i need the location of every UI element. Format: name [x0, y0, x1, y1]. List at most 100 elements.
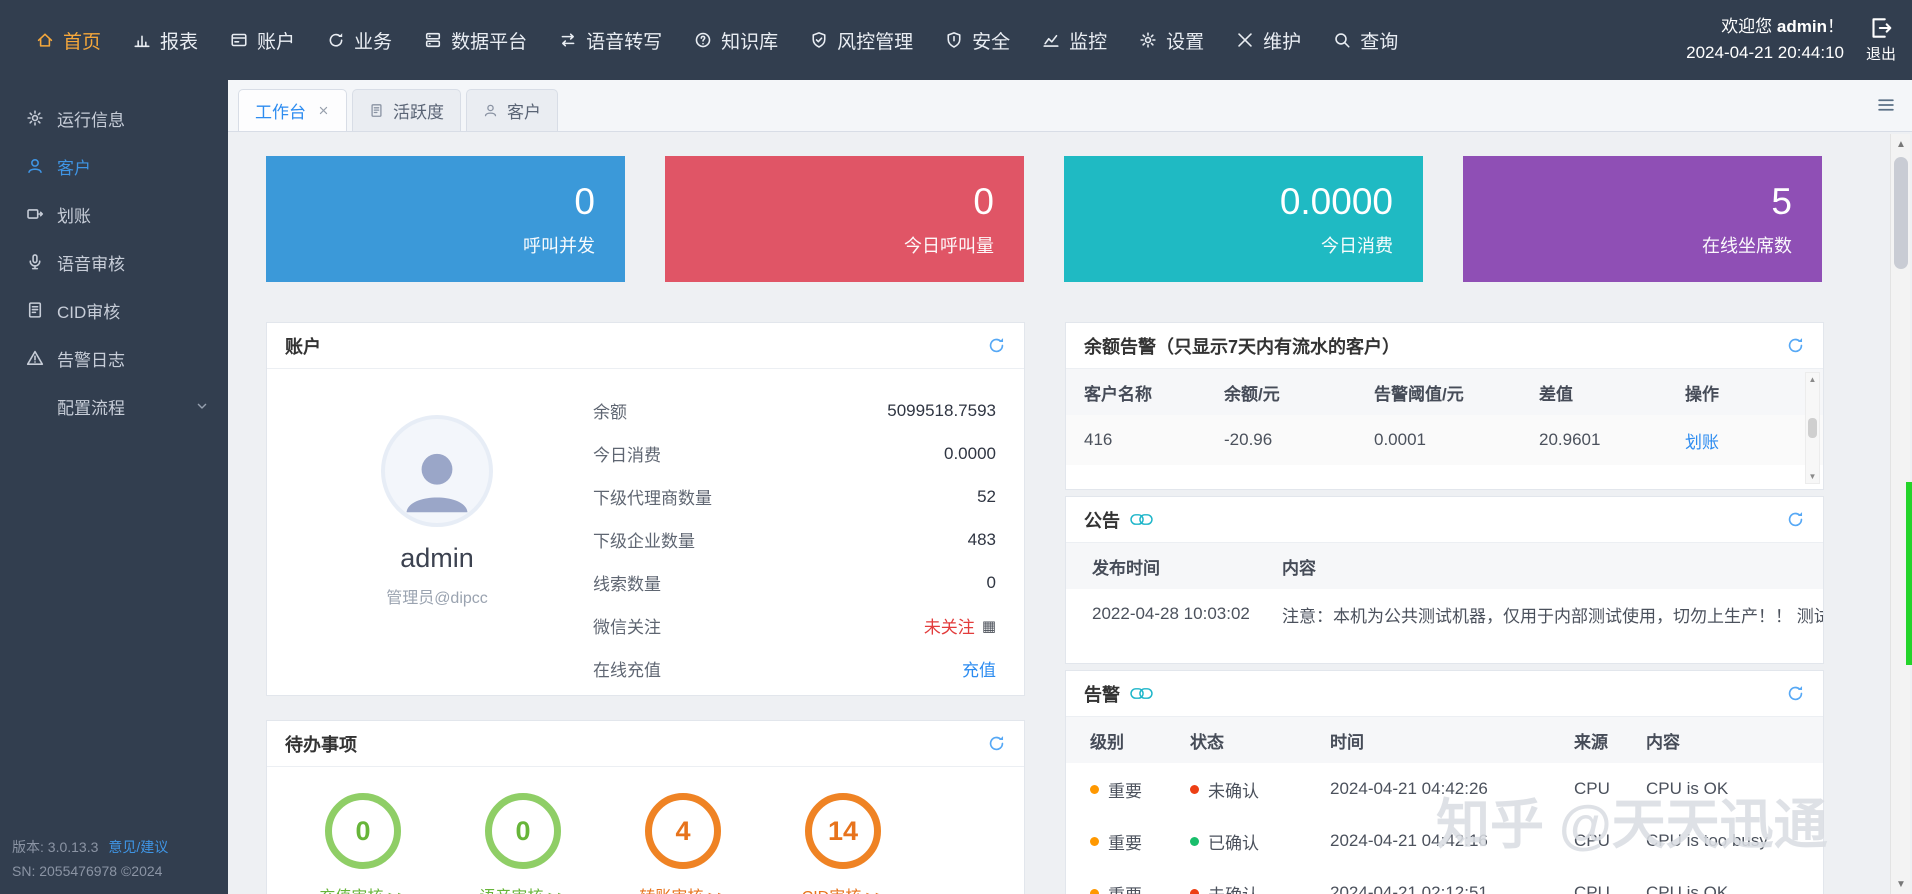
scroll-up-arrow[interactable]: ▲	[1809, 375, 1817, 384]
transfer-action-link[interactable]: 划账	[1685, 433, 1719, 452]
balance-value: 5099518.7593	[887, 401, 996, 421]
table-row: 重要 未确认 2024-04-21 04:42:26 CPU CPU is OK	[1066, 763, 1823, 815]
scroll-up-arrow[interactable]: ▲	[1891, 134, 1911, 154]
refresh-icon[interactable]	[987, 734, 1006, 753]
person-icon	[483, 103, 498, 118]
sidebar-item-alarm-log[interactable]: 告警日志	[0, 334, 228, 382]
nav-item-maintenance[interactable]: 维护	[1220, 0, 1317, 80]
nav-item-reports[interactable]: 报表	[117, 0, 214, 80]
todo-count-ring: 0	[325, 793, 401, 869]
tab-activity[interactable]: 活跃度	[352, 89, 461, 131]
refresh-icon[interactable]	[1786, 684, 1805, 703]
todo-count-ring: 14	[805, 793, 881, 869]
scroll-down-arrow[interactable]: ▼	[1891, 874, 1911, 894]
account-row-recharge: 在线充值 充值	[593, 647, 996, 690]
search-icon	[1333, 31, 1351, 49]
scroll-down-arrow[interactable]: ▼	[1809, 472, 1817, 481]
nav-item-business[interactable]: 业务	[311, 0, 408, 80]
nav-item-accounts[interactable]: 账户	[214, 0, 311, 80]
todo-link[interactable]: 转账审核 >>	[639, 883, 726, 894]
current-datetime: 2024-04-21 20:44:10	[1686, 40, 1844, 66]
sidebar-item-voice-review[interactable]: 语音审核	[0, 238, 228, 286]
todo-item-voice-review: 0 语音审核 >>	[475, 793, 571, 894]
home-icon	[36, 31, 54, 49]
tab-label: 客户	[507, 98, 541, 123]
tab-list-icon[interactable]	[1876, 95, 1896, 115]
scroll-thumb[interactable]	[1894, 157, 1908, 269]
account-username: admin	[400, 543, 474, 574]
business-cycle-icon	[327, 31, 345, 49]
account-profile: admin 管理员@dipcc	[281, 387, 593, 690]
customer-name: 416	[1066, 430, 1224, 450]
alarm-level: 重要	[1108, 829, 1142, 854]
close-icon[interactable]	[317, 104, 330, 117]
sidebar-item-run-info[interactable]: 运行信息	[0, 94, 228, 142]
refresh-icon[interactable]	[1786, 510, 1805, 529]
balance-alarm-panel: 余额告警（只显示7天内有流水的客户） 客户名称 余额/元 告警阈值/元 差值 操…	[1065, 322, 1824, 490]
alarm-level: 重要	[1108, 777, 1142, 802]
refresh-icon[interactable]	[1786, 336, 1805, 355]
alarm-content: CPU is too busy	[1646, 831, 1823, 851]
link-chain-icon[interactable]	[1130, 687, 1153, 700]
alarm-time: 2024-04-21 02:12:51	[1330, 883, 1574, 894]
cid-review-doc-icon	[26, 301, 44, 319]
tab-label: 活跃度	[393, 98, 444, 123]
nav-item-risk-control[interactable]: 风控管理	[794, 0, 929, 80]
alarm-source: CPU	[1574, 779, 1646, 799]
recharge-link[interactable]: 充值	[962, 656, 996, 681]
alarm-source: CPU	[1574, 831, 1646, 851]
difference: 20.9601	[1539, 430, 1685, 450]
alarm-source: CPU	[1574, 883, 1646, 894]
nav-item-knowledge-base[interactable]: 知识库	[678, 0, 794, 80]
sidebar-item-customers[interactable]: 客户	[0, 142, 228, 190]
table-row: 2022-04-28 10:03:02 注意：本机为公共测试机器，仅用于内部测试…	[1066, 589, 1823, 639]
feedback-link[interactable]: 意见/建议	[108, 839, 168, 855]
voice-review-mic-icon	[26, 253, 44, 271]
todo-count-ring: 4	[645, 793, 721, 869]
alarm-status: 未确认	[1208, 881, 1259, 894]
panel-title: 余额告警（只显示7天内有流水的客户）	[1084, 333, 1400, 359]
tab-customers[interactable]: 客户	[466, 89, 558, 131]
dashboard-content: 0 呼叫并发 0 今日呼叫量 0.0000 今日消费 5 在线坐席数	[228, 132, 1912, 894]
stat-cards-row: 0 呼叫并发 0 今日呼叫量 0.0000 今日消费 5 在线坐席数	[266, 156, 1912, 282]
sidebar-item-label: 划账	[57, 202, 91, 227]
sidebar-item-transfer[interactable]: 划账	[0, 190, 228, 238]
nav-item-settings[interactable]: 设置	[1123, 0, 1220, 80]
sidebar-item-config-flow[interactable]: 配置流程	[0, 382, 228, 430]
todo-link[interactable]: 充值审核 >>	[319, 883, 406, 894]
todo-link[interactable]: 语音审核 >>	[479, 883, 566, 894]
sidebar-item-cid-review[interactable]: CID审核	[0, 286, 228, 334]
stat-label: 今日消费	[1321, 232, 1393, 258]
welcome-text: 欢迎您 admin！	[1686, 14, 1844, 40]
link-chain-icon[interactable]	[1130, 513, 1153, 526]
nav-item-security[interactable]: 安全	[929, 0, 1026, 80]
nav-item-voice-transcribe[interactable]: 语音转写	[543, 0, 678, 80]
wechat-status: 未关注	[924, 613, 975, 638]
scroll-thumb[interactable]	[1808, 418, 1817, 438]
stat-value: 0	[973, 181, 994, 223]
table-row: 416 -20.96 0.0001 20.9601 划账	[1066, 415, 1823, 465]
transfer-icon	[26, 205, 44, 223]
navbar-right: 欢迎您 admin！ 2024-04-21 20:44:10 退出	[1686, 14, 1896, 67]
panel-title: 公告	[1084, 507, 1120, 533]
alarm-content: CPU is OK	[1646, 883, 1823, 894]
nav-item-query[interactable]: 查询	[1317, 0, 1414, 80]
sidebar-item-label: 语音审核	[57, 250, 125, 275]
nav-item-home[interactable]: 首页	[20, 0, 117, 80]
data-platform-icon	[424, 31, 442, 49]
logout-button[interactable]: 退出	[1866, 16, 1896, 64]
stat-label: 今日呼叫量	[904, 232, 994, 258]
nav-item-monitor[interactable]: 监控	[1026, 0, 1123, 80]
tab-workbench[interactable]: 工作台	[238, 89, 347, 131]
todo-link[interactable]: CID审核 >>	[802, 883, 885, 894]
nav-item-data-platform[interactable]: 数据平台	[408, 0, 543, 80]
table-scrollbar[interactable]: ▲ ▼	[1805, 372, 1820, 484]
stat-card-call-concurrency: 0 呼叫并发	[266, 156, 625, 282]
level-dot	[1090, 785, 1099, 794]
nav-label: 风控管理	[837, 27, 913, 54]
qrcode-icon[interactable]: ▦	[982, 617, 996, 635]
security-shield-icon	[945, 31, 963, 49]
refresh-icon[interactable]	[987, 336, 1006, 355]
sidebar-item-label: 告警日志	[57, 346, 125, 371]
sidebar: 运行信息 客户 划账 语音审核 CID审核 告警日志	[0, 80, 228, 894]
